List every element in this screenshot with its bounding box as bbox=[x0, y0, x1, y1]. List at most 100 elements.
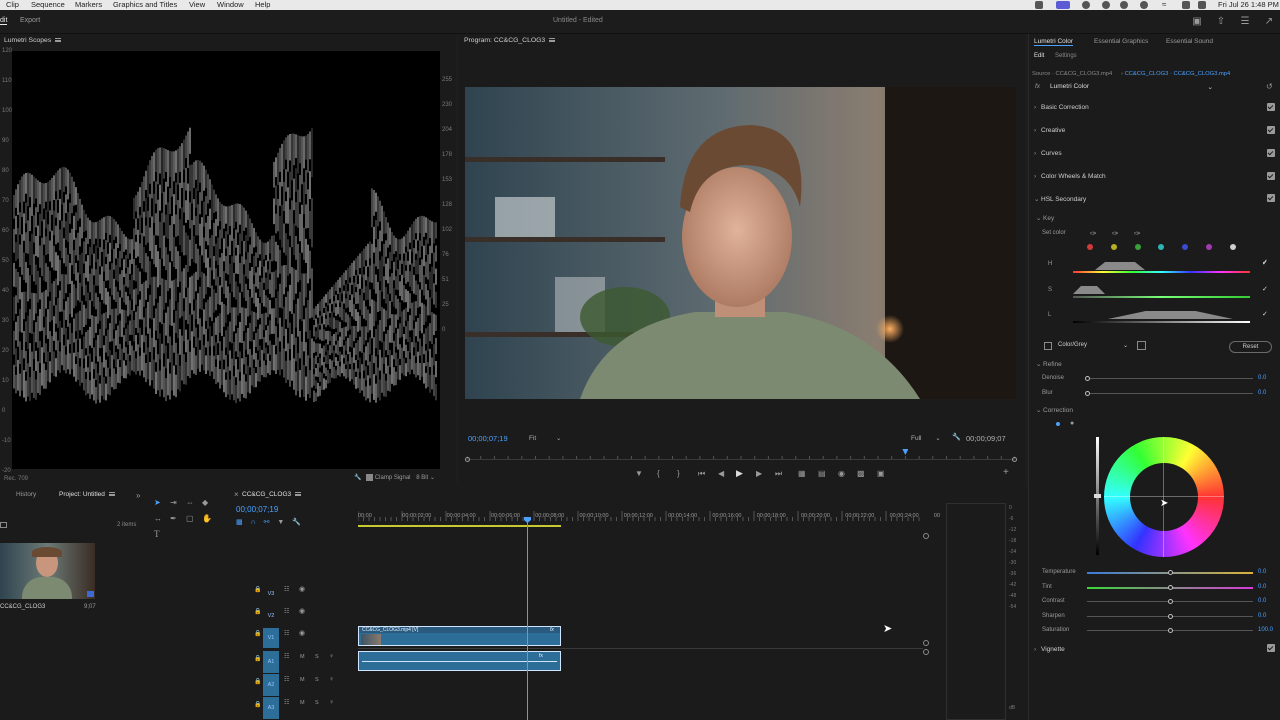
work-area-bar[interactable] bbox=[358, 525, 561, 527]
color-swatch[interactable] bbox=[1206, 244, 1212, 250]
color-swatch[interactable] bbox=[1087, 244, 1093, 250]
scrubber-end-handle[interactable] bbox=[1012, 457, 1017, 462]
proxy-icon[interactable]: ▣ bbox=[877, 470, 885, 478]
mark-in-icon[interactable]: { bbox=[657, 470, 660, 478]
section-enable-checkbox[interactable] bbox=[1267, 172, 1275, 180]
denoise-value[interactable]: 0.0 bbox=[1258, 375, 1266, 381]
eyedropper-add-icon[interactable]: ✑ bbox=[1112, 229, 1119, 238]
invert-mask-icon[interactable] bbox=[1137, 341, 1146, 350]
quality-dropdown[interactable]: Full ⌄ bbox=[911, 434, 941, 442]
project-clip-name[interactable]: CC&CG_CLOG3 bbox=[0, 604, 45, 610]
denoise-slider-handle[interactable] bbox=[1085, 376, 1090, 381]
track-target-v2[interactable]: V2 bbox=[263, 606, 279, 626]
mute-button[interactable]: M bbox=[300, 677, 305, 683]
track-lock-icon[interactable]: 🔒 bbox=[254, 630, 261, 637]
export-frame-icon[interactable]: ◉ bbox=[838, 470, 845, 478]
expand-icon[interactable]: ↗ bbox=[1264, 17, 1274, 27]
color-swatch[interactable] bbox=[1110, 244, 1117, 250]
color-grey-dropdown[interactable]: Color/Grey ⌄ bbox=[1058, 342, 1130, 351]
effect-dropdown[interactable]: Lumetri Color ⌄ bbox=[1050, 83, 1215, 92]
search-icon[interactable] bbox=[1182, 1, 1190, 9]
play-icon[interactable]: ▶ bbox=[736, 469, 743, 478]
status-dropbox-icon[interactable] bbox=[1140, 1, 1148, 9]
slip-tool-icon[interactable]: ↔ bbox=[154, 514, 162, 523]
clamp-signal-checkbox[interactable] bbox=[366, 474, 374, 481]
eye-icon[interactable]: ◉ bbox=[299, 629, 305, 637]
scroll-handle-bottom[interactable] bbox=[923, 649, 929, 655]
video-clip[interactable]: CC&CG_CLOG3.mp4 [V] fx bbox=[358, 626, 561, 646]
temperature-value[interactable]: 0.0 bbox=[1258, 569, 1266, 575]
lightness-check-icon[interactable]: ✓ bbox=[1262, 310, 1268, 318]
status-active-icon[interactable] bbox=[1056, 1, 1070, 9]
menu-help[interactable]: Help bbox=[255, 0, 270, 10]
section-enable-checkbox[interactable] bbox=[1267, 194, 1275, 202]
sync-lock-icon[interactable]: ☷ bbox=[284, 630, 289, 637]
saturation-slider-handle[interactable] bbox=[1168, 628, 1173, 633]
audio-clip[interactable]: fx bbox=[358, 651, 561, 671]
tint-value[interactable]: 0.0 bbox=[1258, 584, 1266, 590]
eyedropper-icon[interactable]: ✑ bbox=[1090, 229, 1097, 238]
fullscreen-icon[interactable]: ▣ bbox=[1192, 17, 1202, 27]
program-timecode[interactable]: 00;00;07;19 bbox=[468, 434, 508, 443]
status-app-icon[interactable] bbox=[1035, 1, 1043, 9]
go-to-in-icon[interactable]: ⏮ bbox=[698, 470, 705, 478]
section-enable-checkbox[interactable] bbox=[1267, 103, 1275, 111]
track-target-v3[interactable]: V3 bbox=[263, 584, 279, 604]
tab-history[interactable]: History bbox=[16, 491, 36, 498]
pen-tool-icon[interactable]: ✒ bbox=[170, 514, 177, 523]
scroll-handle-top[interactable] bbox=[923, 533, 929, 539]
saturation-check-icon[interactable]: ✓ bbox=[1262, 285, 1268, 293]
selection-tool-icon[interactable]: ➤ bbox=[154, 498, 161, 507]
track-lock-icon[interactable]: 🔒 bbox=[254, 701, 261, 708]
section-creative[interactable]: › Creative bbox=[1034, 127, 1065, 134]
contrast-slider-handle[interactable] bbox=[1168, 599, 1173, 604]
solo-button[interactable]: S bbox=[315, 700, 319, 706]
panel-menu-icon[interactable] bbox=[295, 492, 302, 497]
sync-lock-icon[interactable]: ☷ bbox=[284, 676, 289, 683]
wrench-icon[interactable]: 🔧 bbox=[952, 433, 961, 441]
folder-icon[interactable] bbox=[0, 522, 7, 528]
tab-edit[interactable]: dit bbox=[0, 17, 8, 25]
section-vignette[interactable]: › Vignette bbox=[1034, 646, 1065, 653]
step-back-icon[interactable]: ◀ bbox=[718, 470, 724, 478]
panel-menu-icon[interactable] bbox=[108, 492, 115, 497]
correction-section-header[interactable]: ⌄ Correction bbox=[1036, 406, 1073, 414]
subtab-edit[interactable]: Edit bbox=[1034, 53, 1044, 59]
eyedropper-subtract-icon[interactable]: ✑ bbox=[1134, 229, 1141, 238]
add-marker-icon[interactable]: ▼ bbox=[277, 519, 284, 526]
solo-button[interactable]: S bbox=[315, 677, 319, 683]
show-mask-checkbox[interactable] bbox=[1044, 342, 1052, 350]
wifi-icon[interactable]: ≈ bbox=[1162, 0, 1166, 10]
nest-icon[interactable]: ▩ bbox=[236, 519, 243, 526]
track-lock-icon[interactable]: 🔒 bbox=[254, 608, 261, 615]
sync-lock-icon[interactable]: ☷ bbox=[284, 699, 289, 706]
scrubber-start-handle[interactable] bbox=[465, 457, 470, 462]
menu-markers[interactable]: Markers bbox=[75, 0, 102, 10]
go-to-out-icon[interactable]: ⏭ bbox=[775, 470, 782, 478]
bit-depth-select[interactable]: 8 Bit bbox=[416, 475, 428, 481]
tab-essential-sound[interactable]: Essential Sound bbox=[1166, 38, 1213, 45]
reset-effect-icon[interactable]: ↺ bbox=[1266, 82, 1273, 91]
color-swatch[interactable] bbox=[1134, 244, 1141, 250]
reset-button[interactable]: Reset bbox=[1229, 341, 1272, 353]
mute-button[interactable]: M bbox=[300, 654, 305, 660]
microphone-icon[interactable]: ♀ bbox=[329, 653, 334, 660]
color-swatch[interactable] bbox=[1229, 244, 1236, 250]
single-wheel-mode-icon[interactable] bbox=[1056, 422, 1060, 426]
timeline-timecode-value[interactable]: 00;00;07;19 bbox=[236, 505, 278, 514]
color-wheel[interactable] bbox=[1104, 437, 1224, 557]
program-panel-tab[interactable]: Program: CC&CG_CLOG3 bbox=[464, 35, 556, 47]
key-section-header[interactable]: ⌄ Key bbox=[1036, 214, 1054, 222]
temperature-slider-handle[interactable] bbox=[1168, 570, 1173, 575]
saturation-range-bar[interactable] bbox=[1073, 296, 1250, 298]
hsl-check-icon[interactable]: ✓ bbox=[1262, 258, 1268, 266]
tab-essential-graphics[interactable]: Essential Graphics bbox=[1094, 38, 1148, 45]
timeline-playhead[interactable] bbox=[524, 517, 531, 720]
control-center-icon[interactable] bbox=[1198, 1, 1206, 9]
tint-slider-handle[interactable] bbox=[1168, 584, 1173, 590]
sharpen-value[interactable]: 0.0 bbox=[1258, 613, 1266, 619]
menu-datetime[interactable]: Fri Jul 26 1:48 PM bbox=[1218, 0, 1279, 10]
comparison-view-icon[interactable]: ▩ bbox=[857, 470, 865, 478]
track-target-a2[interactable]: A2 bbox=[263, 674, 279, 696]
section-curves[interactable]: › Curves bbox=[1034, 150, 1062, 157]
